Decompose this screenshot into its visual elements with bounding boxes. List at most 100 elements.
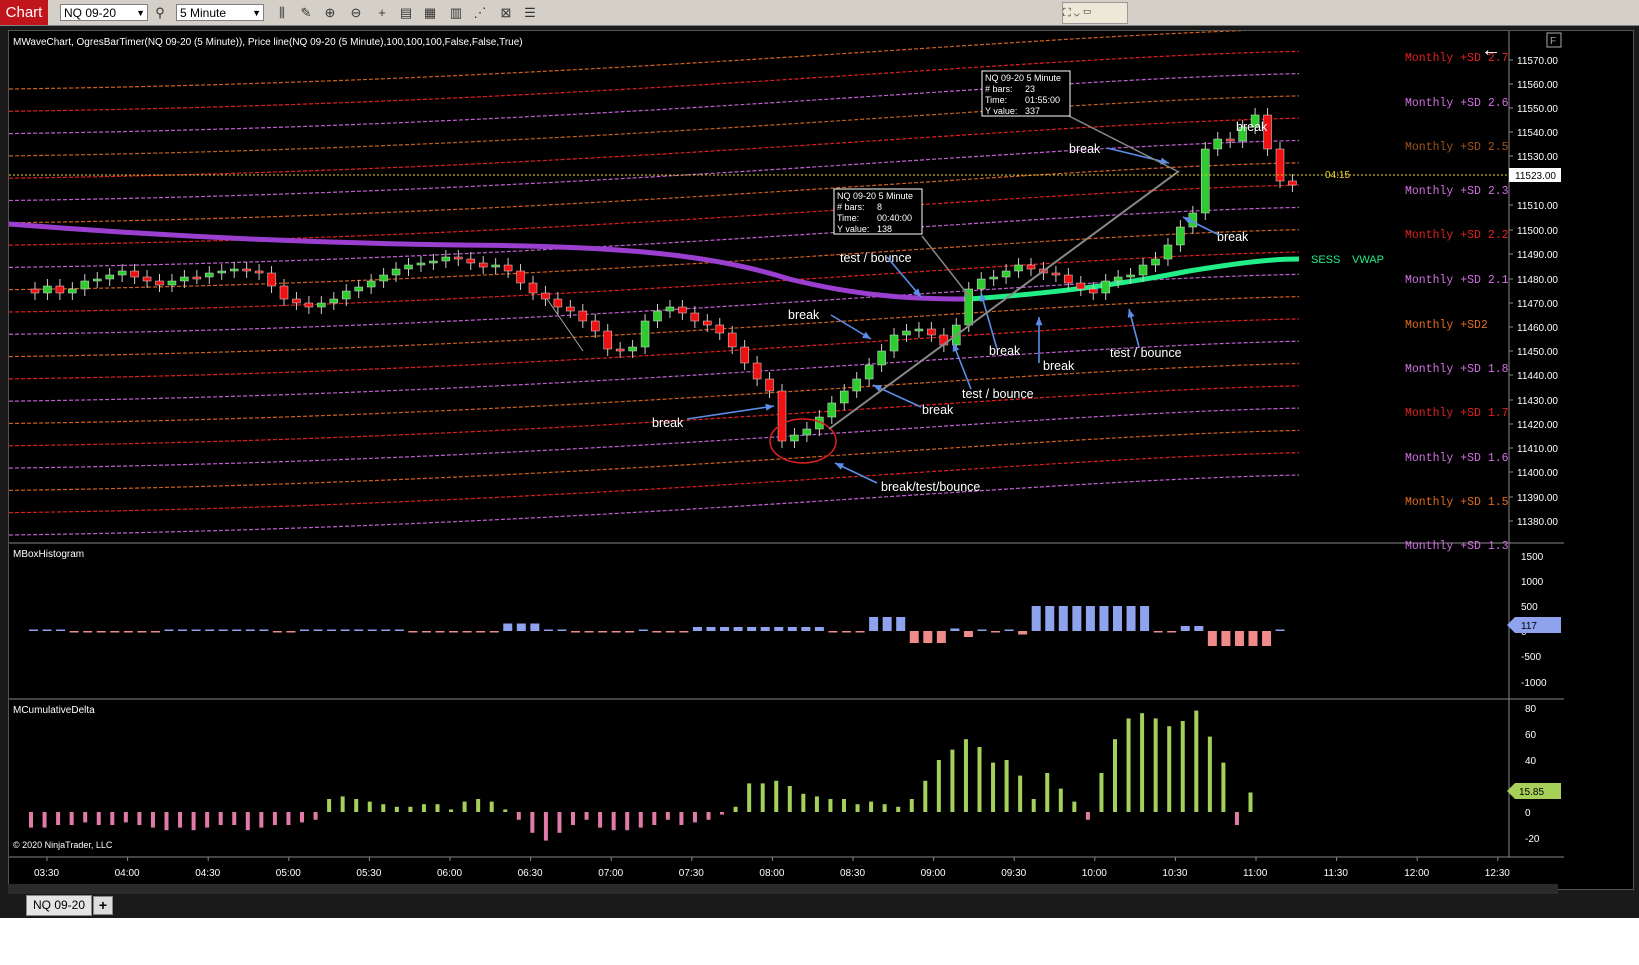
instrument-selector[interactable]: NQ 09-20 ▼ [60,4,148,21]
histogram-bar [69,631,79,633]
candle [1026,264,1036,270]
tab-nq-09-20[interactable]: NQ 09-20 [26,895,92,916]
tooltip-time: 01:55:00 [1025,95,1060,105]
measure-line [546,298,584,352]
time-tick-label: 11:30 [1324,868,1349,879]
histogram-bar [625,631,635,633]
zoom-in-icon[interactable]: ⊕ [320,4,340,21]
candle [441,256,451,262]
sd-band-line [8,296,1300,358]
window-controls[interactable]: ⛶ ⌄ ▭ [1062,2,1128,24]
sd-label: Monthly +SD2 [1405,319,1488,332]
histogram-bar [394,629,404,631]
time-tick-label: 03:30 [34,868,59,879]
time-tick-label: 08:00 [759,868,784,879]
candle [167,280,177,286]
time-tick-label: 06:00 [437,868,462,879]
properties-icon[interactable]: ▤ [396,4,416,21]
delta-bar [381,804,386,812]
back-arrow-icon[interactable]: ← [1481,39,1501,61]
delta-bar [936,760,941,812]
crosshair-icon[interactable]: + [372,4,392,21]
delta-bar [1018,775,1023,812]
annotation-label: break [1043,359,1075,373]
histogram-bar [1140,606,1150,631]
candle [242,268,251,272]
chart-tab[interactable]: Chart [0,0,48,25]
candle [852,378,861,392]
price-tick-label: 11460.00 [1517,323,1558,334]
delta-bar [123,812,128,823]
histogram-bar [679,631,689,633]
indicator-line: MWaveChart, OgresBarTimer(NQ 09-20 (5 Mi… [13,37,523,48]
histogram-current-value: 117 [1521,621,1537,632]
candle [566,306,575,312]
templates-icon[interactable]: ▦ [420,4,440,21]
histogram-bar [801,627,811,631]
candle [802,428,812,436]
candle [790,434,799,442]
delta-bar [828,799,833,812]
sd-band-line [8,452,1300,514]
delta-bar [747,783,752,812]
price-tick-label: 11570.00 [1517,56,1558,67]
candle [391,268,401,276]
expand-icon[interactable]: ⛶ [1063,7,1071,19]
candle [491,264,500,268]
candle [117,270,127,276]
histogram-axis-label: 1000 [1521,577,1544,588]
chevron-down-icon[interactable]: ⌄ [1074,7,1080,19]
chart-frame[interactable]: break test / bounce break break test / bounc… [8,28,1634,890]
histogram-bar [408,631,418,633]
sd-label: Monthly +SD 2.5 [1405,141,1509,154]
data-box-icon[interactable]: ▥ [446,4,466,21]
interval-selector[interactable]: 5 Minute ▼ [176,4,264,21]
bar-type-icon[interactable]: ⫼ [272,4,292,21]
histogram-bar [706,627,716,631]
candle [864,364,874,380]
histogram-bar [232,629,242,631]
candle [254,270,264,274]
histogram-bar [760,627,770,631]
delta-bar [476,799,481,812]
histogram-bar [421,631,431,633]
histogram-bar [584,631,594,633]
delta-bar [300,812,304,823]
search-icon[interactable]: ⚲ [150,4,170,21]
add-tab-button[interactable]: + [93,896,113,915]
horizontal-scrollbar[interactable] [8,884,1558,894]
delta-bar [489,801,494,812]
candle [516,270,525,284]
candle [765,378,774,392]
delta-bar [679,812,684,825]
delta-axis-label: 40 [1525,756,1537,767]
display-icon[interactable]: ▭ [1083,7,1092,19]
annotation-label: test / bounce [962,387,1034,401]
delta-bar [137,812,142,825]
zoom-out-icon[interactable]: ⊖ [346,4,366,21]
indicators-icon[interactable]: ⋰ [470,4,490,21]
candle [628,346,637,352]
histogram-bar [530,623,540,631]
candle [1113,276,1123,282]
histogram-bar [1126,606,1136,631]
candle [317,302,326,308]
histogram-bar [991,631,1001,633]
pencil-icon[interactable]: ✎ [296,4,316,21]
delta-bar [787,786,792,812]
price-tick-label: 11430.00 [1517,396,1558,407]
panel-f-icon[interactable]: F [1550,36,1556,47]
histogram-bar [1045,606,1055,631]
delta-current-value: 15.85 [1519,787,1544,798]
tooltip-title: NQ 09-20 5 Minute [985,73,1061,83]
candle [229,268,239,272]
menu-icon[interactable]: ☰ [520,4,540,21]
chart-canvas[interactable]: break test / bounce break break test / bounc… [8,28,1633,889]
price-tick-label: 11560.00 [1517,80,1558,91]
delta-bar [733,806,738,812]
strategies-icon[interactable]: ⊠ [496,4,516,21]
tooltip-y-label: Y value: [985,106,1017,116]
annotation-label: break [652,416,684,430]
candle [1101,280,1110,294]
delta-bar [191,812,196,831]
